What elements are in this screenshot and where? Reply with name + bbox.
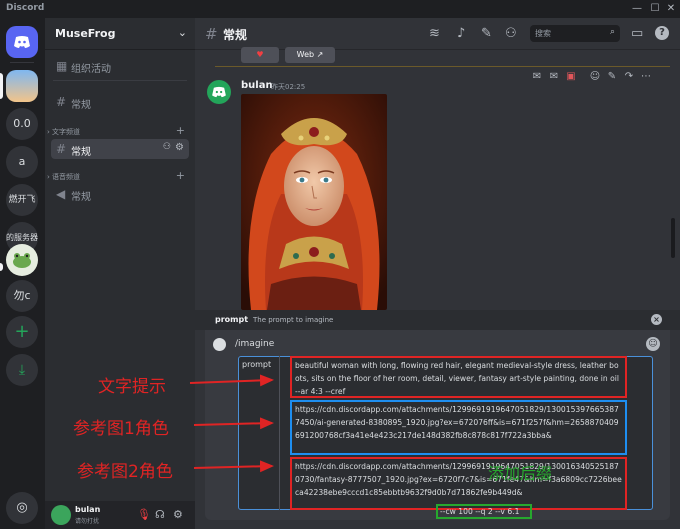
annotation-arrows bbox=[189, 374, 274, 473]
annotation-suffix: 添加后缀 bbox=[488, 464, 553, 483]
arrow-ref2 bbox=[193, 460, 274, 473]
arrow-ref1 bbox=[193, 417, 274, 430]
arrow-text-prompt bbox=[189, 374, 274, 387]
discord-window: Discord — ☐ ✕ 0.0 a 燃开飞 的服务器 勿c + ⤓ ◎ Mu… bbox=[0, 0, 680, 529]
